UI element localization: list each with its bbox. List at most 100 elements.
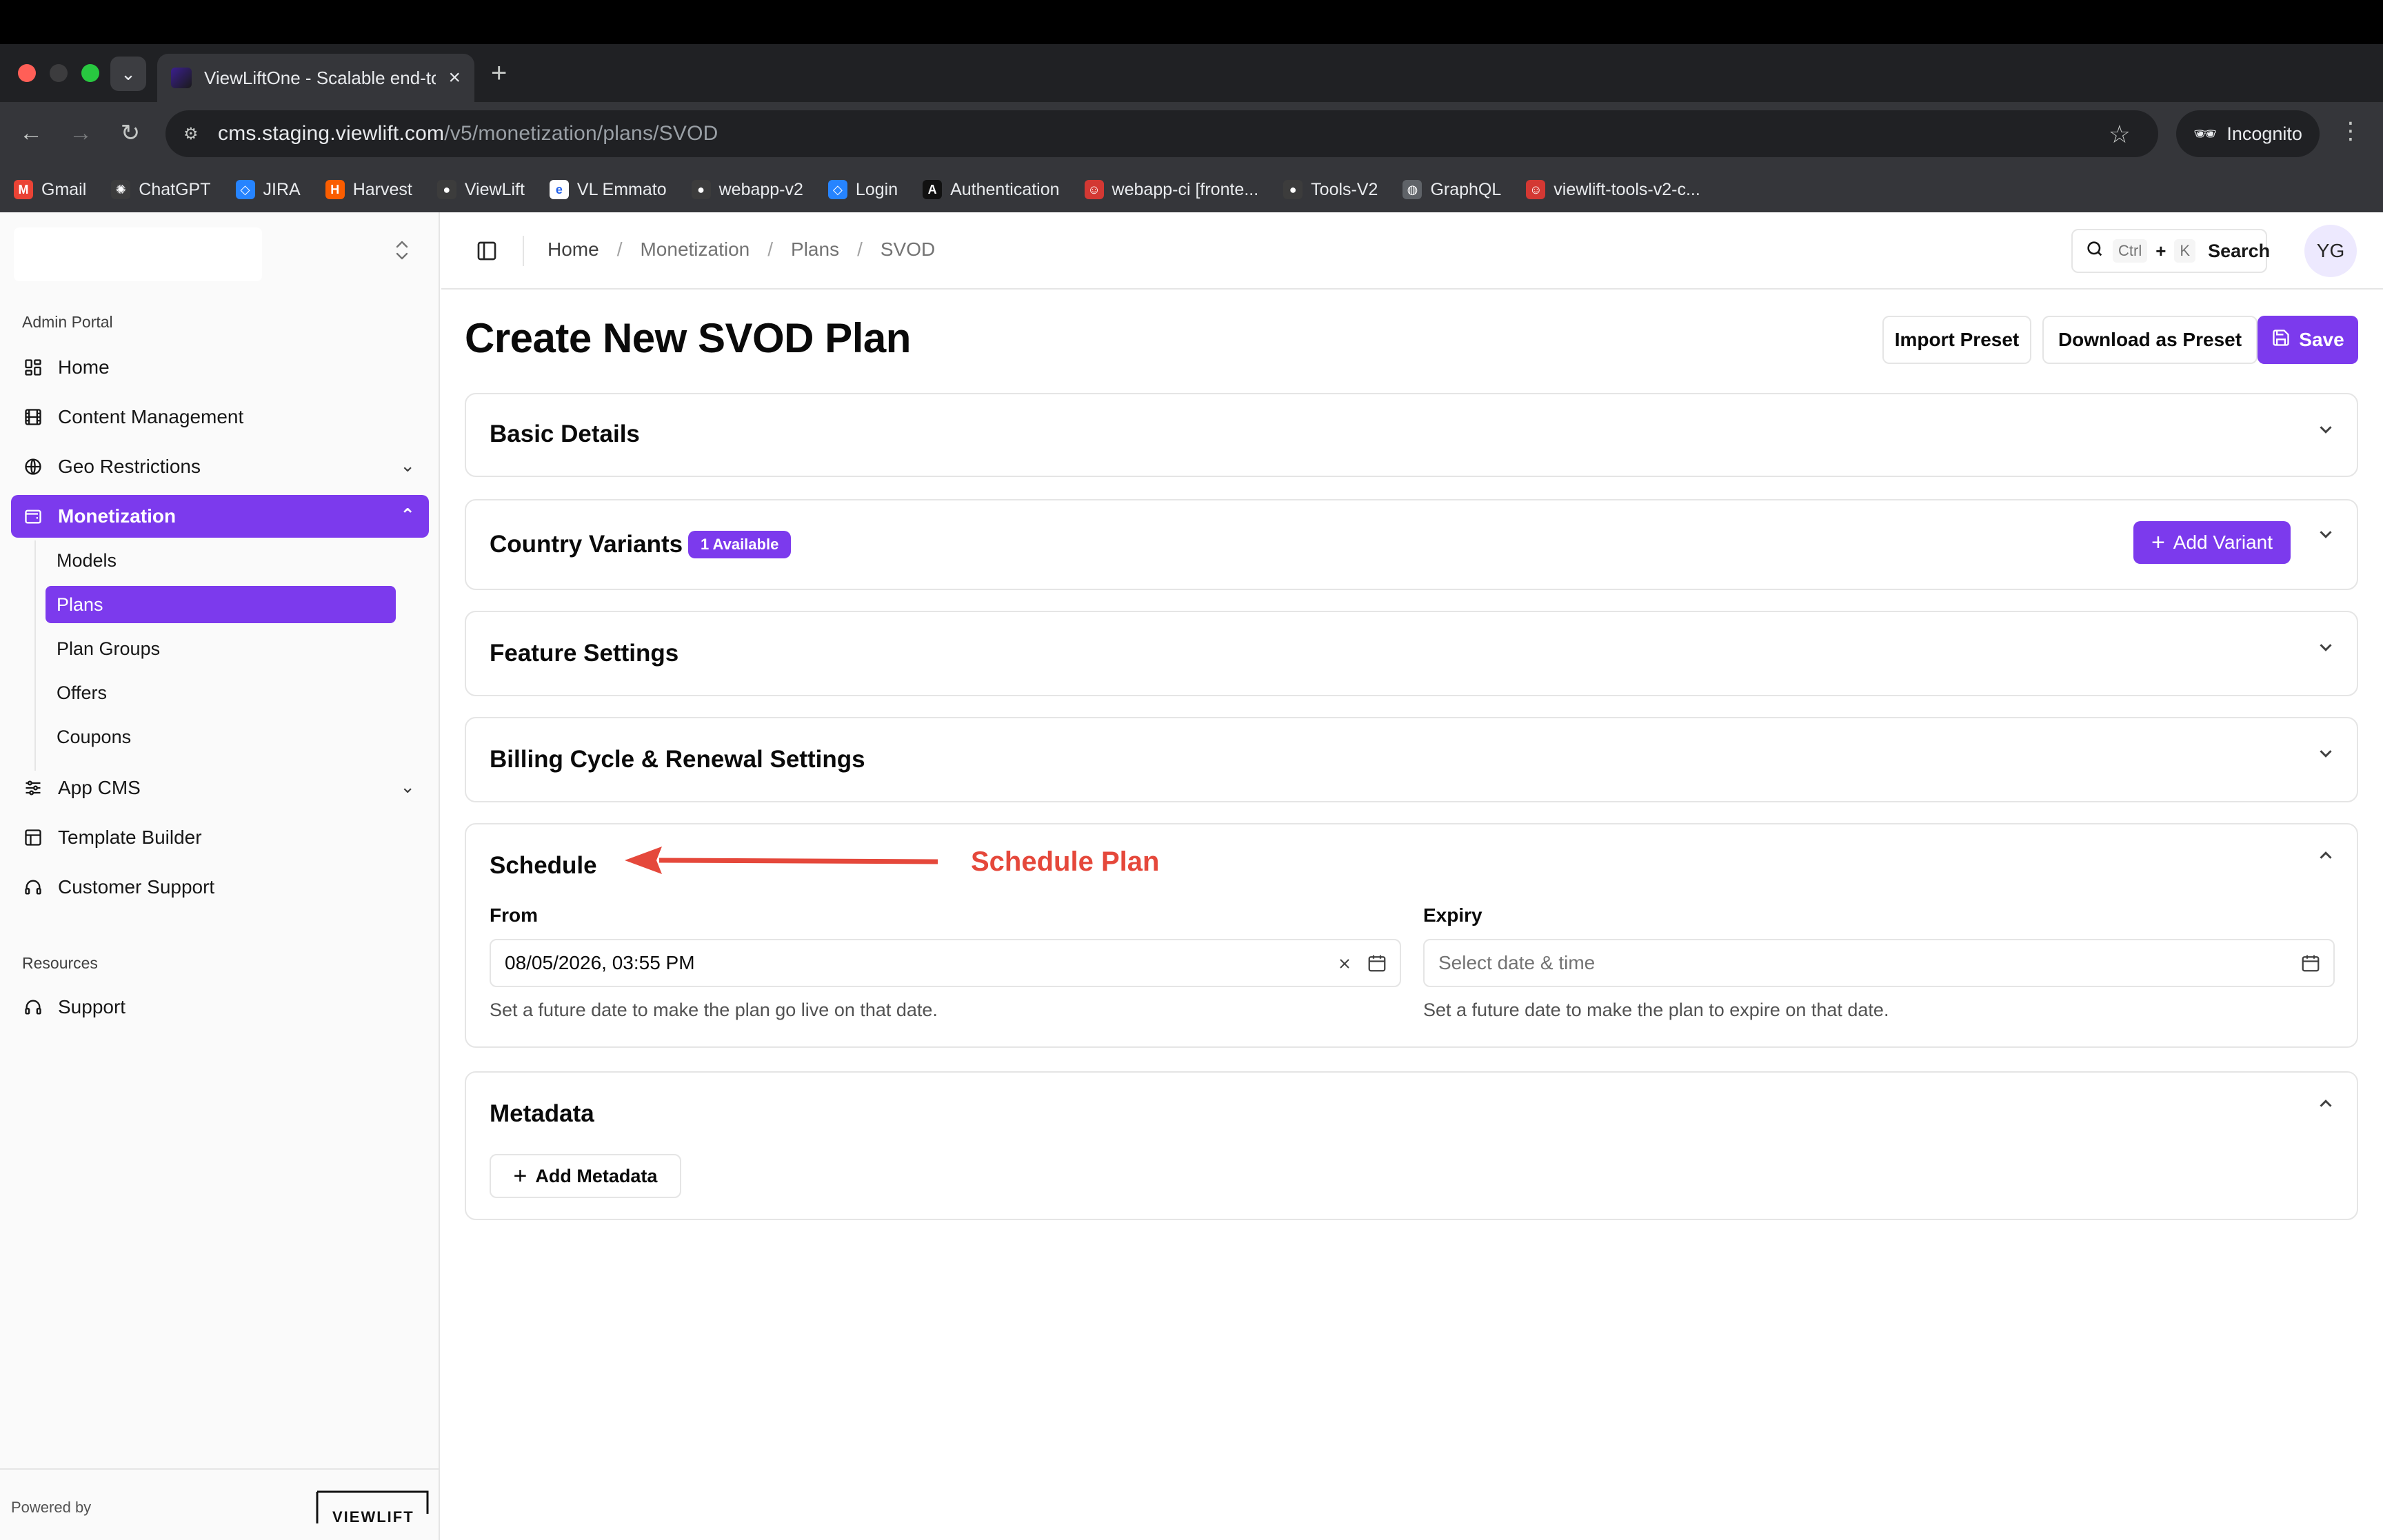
incognito-indicator[interactable]: 🕶 Incognito xyxy=(2176,110,2320,157)
sidebar-subitem-plans[interactable]: Plans xyxy=(46,586,396,623)
bookmark-item[interactable]: ● ViewLift xyxy=(436,180,525,200)
calendar-icon[interactable] xyxy=(2300,953,2321,978)
jenkins-icon: ☺ xyxy=(1084,180,1104,199)
url-host: cms.staging.viewlift.com xyxy=(218,122,445,145)
download-preset-button[interactable]: Download as Preset xyxy=(2042,316,2258,364)
maximize-window-button[interactable] xyxy=(81,64,99,82)
bookmark-item[interactable]: H Harvest xyxy=(325,180,412,200)
sidebar-item-label: Monetization xyxy=(58,505,177,527)
toggle-sidebar-icon[interactable] xyxy=(476,240,498,262)
from-datetime-input[interactable]: 08/05/2026, 03:55 PM xyxy=(490,939,1401,987)
search-button[interactable]: Ctrl + K Search xyxy=(2071,229,2270,273)
sidebar-item-home[interactable]: Home xyxy=(11,346,429,389)
bookmark-item[interactable]: M Gmail xyxy=(14,180,86,200)
close-icon[interactable]: × xyxy=(448,66,461,90)
avatar[interactable]: YG xyxy=(2304,225,2357,277)
bookmark-item[interactable]: ✺ ChatGPT xyxy=(111,180,211,200)
chevron-down-icon[interactable] xyxy=(2315,637,2336,658)
section-basic-details[interactable]: Basic Details xyxy=(465,393,2358,477)
chevron-up-icon[interactable] xyxy=(2315,845,2336,866)
viewlift-logo: VIEWLIFT xyxy=(316,1490,429,1525)
sidebar-subitem-offers[interactable]: Offers xyxy=(46,674,396,711)
chevron-down-icon[interactable] xyxy=(2315,419,2336,440)
github-icon: ● xyxy=(1283,180,1303,199)
add-metadata-button[interactable]: + Add Metadata xyxy=(490,1154,681,1198)
brand-text: VIEWLIFT xyxy=(332,1508,414,1525)
bookmark-item[interactable]: ● webapp-v2 xyxy=(691,180,803,200)
browser-tab[interactable]: ViewLiftOne - Scalable end-to-end × xyxy=(157,54,474,102)
import-preset-button[interactable]: Import Preset xyxy=(1882,316,2031,364)
search-icon xyxy=(2085,239,2104,263)
bookmarks-bar: M Gmail ✺ ChatGPT ◇ JIRA H Harvest ● ViewLift e VL … xyxy=(0,167,2383,212)
gmail-icon: M xyxy=(14,180,33,199)
bookmark-item[interactable]: e VL Emmato xyxy=(549,179,667,200)
reload-button[interactable]: ↻ xyxy=(113,116,148,150)
workspace-logo[interactable] xyxy=(14,227,262,281)
chevron-down-icon[interactable] xyxy=(2315,524,2336,545)
add-variant-button[interactable]: + Add Variant xyxy=(2133,521,2291,564)
save-button[interactable]: Save xyxy=(2258,316,2358,364)
bookmark-item[interactable]: A Authentication xyxy=(923,180,1060,200)
section-title: Basic Details xyxy=(490,421,640,447)
bookmark-item[interactable]: ◍ GraphQL xyxy=(1402,180,1501,200)
sidebar-item-customer-support[interactable]: Customer Support xyxy=(11,866,429,909)
sidebar-subitem-coupons[interactable]: Coupons xyxy=(46,718,396,756)
browser-menu-icon[interactable]: ⋮ xyxy=(2339,117,2362,145)
bookmark-item[interactable]: ☺ viewlift-tools-v2-c... xyxy=(1526,180,1700,200)
breadcrumb-monetization[interactable]: Monetization xyxy=(640,239,750,261)
from-help-text: Set a future date to make the plan go li… xyxy=(490,1000,938,1020)
bookmark-label: VL Emmato xyxy=(576,179,667,199)
sidebar-item-label: App CMS xyxy=(58,777,141,798)
submenu-guide-line xyxy=(34,540,36,771)
bookmark-star-icon[interactable]: ☆ xyxy=(2109,120,2131,149)
forward-button[interactable]: → xyxy=(63,116,98,150)
bookmark-item[interactable]: ☺ webapp-ci [fronte... xyxy=(1084,180,1258,200)
sidebar-item-monetization[interactable]: Monetization ⌃ xyxy=(11,495,429,538)
bookmark-label: GraphQL xyxy=(1430,179,1502,199)
chevron-up-icon[interactable] xyxy=(2315,1093,2336,1114)
sidebar-item-template-builder[interactable]: Template Builder xyxy=(11,816,429,859)
sidebar-item-app-cms[interactable]: App CMS ⌄ xyxy=(11,767,429,809)
section-feature-settings[interactable]: Feature Settings xyxy=(465,611,2358,696)
sidebar-item-label: Home xyxy=(58,356,110,378)
sidebar-item-label: Content Management xyxy=(58,406,244,427)
sidebar-subitem-models[interactable]: Models xyxy=(46,542,396,579)
bookmark-item[interactable]: ◇ Login xyxy=(827,179,898,200)
chevrons-up-down-icon[interactable] xyxy=(394,239,410,267)
new-tab-button[interactable]: + xyxy=(491,58,507,88)
clear-icon[interactable] xyxy=(1336,955,1353,977)
sidebar-item-content-management[interactable]: Content Management xyxy=(11,396,429,438)
add-variant-label: Add Variant xyxy=(2173,531,2273,553)
expiry-datetime-input[interactable]: Select date & time xyxy=(1423,939,2335,987)
calendar-icon[interactable] xyxy=(1367,953,1387,978)
minimize-window-button[interactable] xyxy=(50,64,68,82)
macos-menu-strip xyxy=(0,0,2383,44)
bookmark-label: Login xyxy=(855,179,898,199)
save-icon xyxy=(2271,328,2291,352)
sidebar-item-geo-restrictions[interactable]: Geo Restrictions ⌄ xyxy=(11,445,429,488)
tab-search-button[interactable]: ⌄ xyxy=(110,57,146,91)
chevron-down-icon[interactable] xyxy=(2315,743,2336,764)
bookmark-item[interactable]: ◇ JIRA xyxy=(235,180,301,200)
section-billing-cycle[interactable]: Billing Cycle & Renewal Settings xyxy=(465,717,2358,802)
breadcrumb-home[interactable]: Home xyxy=(547,239,599,261)
bookmark-item[interactable]: ● Tools-V2 xyxy=(1283,180,1378,200)
sidebar-subitem-plan-groups[interactable]: Plan Groups xyxy=(46,630,396,667)
sidebar: Admin Portal Home Content Management Geo… xyxy=(0,212,440,1540)
chevron-down-icon: ⌄ xyxy=(121,63,136,84)
top-header: Home / Monetization / Plans / SVOD Ctrl … xyxy=(441,212,2383,290)
site-settings-icon[interactable]: ⚙ xyxy=(183,124,218,144)
jenkins-icon: ☺ xyxy=(1526,180,1546,199)
wallet-icon xyxy=(22,505,44,527)
close-window-button[interactable] xyxy=(18,64,36,82)
globe-icon: ◍ xyxy=(1402,180,1422,199)
sidebar-item-support[interactable]: Support xyxy=(11,986,429,1029)
address-bar[interactable]: ⚙ cms.staging.viewlift.com/v5/monetizati… xyxy=(165,110,2158,157)
globe-icon xyxy=(22,456,44,478)
breadcrumb-plans[interactable]: Plans xyxy=(791,239,839,261)
save-label: Save xyxy=(2299,329,2344,350)
bookmark-label: viewlift-tools-v2-c... xyxy=(1554,179,1700,199)
section-country-variants[interactable]: Country Variants 1 Available + Add Varia… xyxy=(465,499,2358,590)
sidebar-group-admin: Admin Portal xyxy=(22,313,113,331)
back-button[interactable]: ← xyxy=(14,116,48,150)
